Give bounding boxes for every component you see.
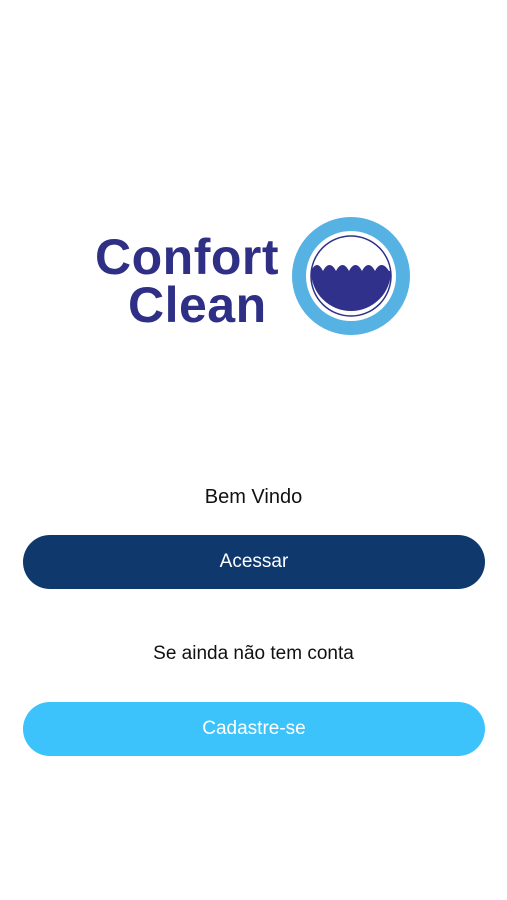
logo-text-confort: Confort bbox=[95, 229, 279, 285]
welcome-screen: Confort Clean Bem Vindo Acessar Se ainda… bbox=[0, 0, 507, 900]
logo-text-clean: Clean bbox=[128, 277, 267, 333]
logo-wave-icon bbox=[292, 217, 410, 335]
login-button-label: Acessar bbox=[219, 551, 289, 572]
signup-button-label: Cadastre-se bbox=[202, 718, 306, 739]
no-account-text: Se ainda não tem conta bbox=[153, 643, 354, 664]
welcome-text: Bem Vindo bbox=[204, 486, 303, 508]
signup-button[interactable]: Cadastre-se bbox=[23, 702, 485, 756]
login-button[interactable]: Acessar bbox=[23, 535, 485, 589]
